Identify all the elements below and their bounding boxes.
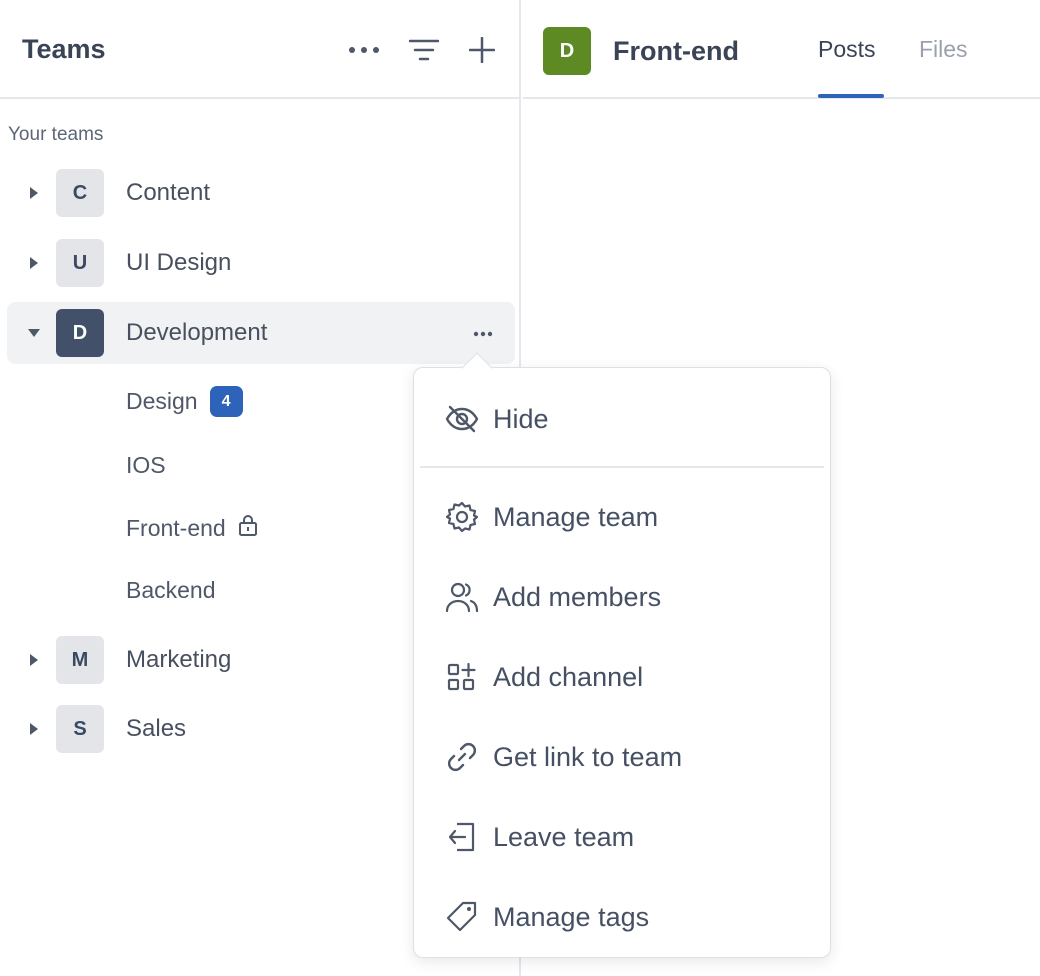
eye-off-icon (444, 401, 480, 437)
team-name: UI Design (126, 249, 232, 276)
caret-right-icon[interactable] (27, 653, 41, 667)
team-row-development[interactable]: D Development (7, 302, 515, 364)
menu-item-manage-team[interactable]: Manage team (414, 487, 832, 547)
more-options-icon[interactable] (346, 32, 382, 68)
menu-item-label: Add members (493, 581, 662, 612)
caret-down-icon[interactable] (27, 326, 41, 340)
menu-item-label: Leave team (493, 821, 635, 852)
menu-item-add-members[interactable]: Add members (414, 567, 832, 627)
caret-right-icon[interactable] (27, 722, 41, 736)
menu-item-label: Add channel (493, 661, 644, 692)
menu-item-label: Get link to team (493, 741, 683, 772)
unread-badge: 4 (209, 386, 243, 417)
team-row-ui-design[interactable]: U UI Design (7, 232, 515, 294)
team-name: Marketing (126, 646, 232, 673)
menu-divider (420, 466, 824, 468)
team-name: Development (126, 319, 268, 346)
leave-icon (444, 819, 480, 855)
team-name: Sales (126, 715, 187, 742)
active-tab-indicator (818, 94, 884, 98)
team-avatar: M (56, 636, 104, 684)
menu-item-hide[interactable]: Hide (414, 389, 832, 449)
team-avatar: D (56, 309, 104, 357)
tab-files[interactable]: Files (919, 36, 968, 63)
team-context-menu: Hide Manage team Add members Add channel… (413, 367, 831, 958)
add-grid-icon (444, 659, 480, 695)
menu-item-label: Hide (493, 403, 549, 434)
link-icon (444, 739, 480, 775)
channel-name: Design (126, 388, 198, 414)
sidebar-title: Teams (22, 34, 106, 64)
team-avatar: U (56, 239, 104, 287)
channel-name: Backend (126, 577, 216, 603)
menu-item-label: Manage team (493, 501, 659, 532)
team-more-options-icon[interactable] (469, 322, 497, 346)
team-avatar: C (56, 169, 104, 217)
channel-front-end[interactable]: Front-end (126, 514, 258, 542)
people-icon (444, 579, 480, 615)
caret-right-icon[interactable] (27, 256, 41, 270)
channel-backend[interactable]: Backend (126, 577, 216, 604)
team-row-content[interactable]: C Content (7, 162, 515, 224)
caret-right-icon[interactable] (27, 186, 41, 200)
menu-item-add-channel[interactable]: Add channel (414, 647, 832, 707)
team-name: Content (126, 179, 211, 206)
lock-icon (238, 514, 258, 542)
menu-item-get-link[interactable]: Get link to team (414, 727, 832, 787)
gear-icon (444, 499, 480, 535)
section-label-your-teams: Your teams (8, 124, 104, 145)
sidebar-header: Teams (0, 0, 521, 99)
tag-icon (444, 899, 480, 935)
channel-name: Front-end (126, 514, 226, 541)
add-team-icon[interactable] (464, 32, 500, 68)
channel-design[interactable]: Design 4 (126, 386, 243, 417)
channel-name: IOS (126, 452, 166, 478)
channel-title: Front-end (613, 36, 739, 66)
tab-posts[interactable]: Posts (818, 36, 876, 63)
menu-item-manage-tags[interactable]: Manage tags (414, 887, 832, 947)
team-avatar: S (56, 705, 104, 753)
menu-item-leave-team[interactable]: Leave team (414, 807, 832, 867)
channel-ios[interactable]: IOS (126, 452, 166, 479)
menu-item-label: Manage tags (493, 901, 650, 932)
channel-header: D Front-end Posts Files (523, 0, 1040, 99)
filter-icon[interactable] (406, 32, 442, 68)
channel-avatar: D (543, 27, 591, 75)
